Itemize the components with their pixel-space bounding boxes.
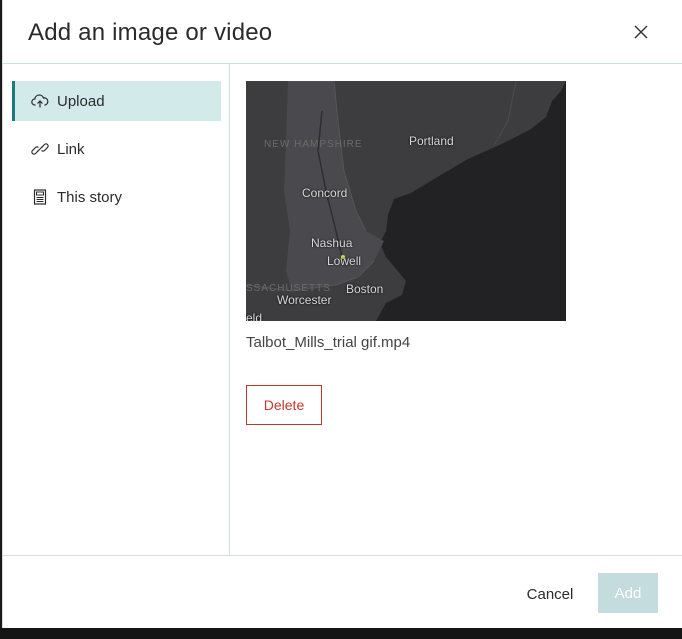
add-button[interactable]: Add <box>598 573 658 613</box>
map-label: eld <box>246 311 263 321</box>
map-label: NEW HAMPSHIRE <box>264 139 363 150</box>
map-label: Worcester <box>277 293 332 307</box>
dialog-header: Add an image or video <box>3 0 682 64</box>
sidebar-item-label: This story <box>57 188 123 206</box>
map-label: Nashua <box>311 236 353 250</box>
sidebar-item-upload[interactable]: Upload <box>12 81 221 121</box>
map-label: Lowell <box>327 254 362 268</box>
close-icon <box>634 25 648 39</box>
media-thumbnail[interactable]: NEW HAMPSHIRE SSACHUSETTS Portland Conco… <box>246 81 566 321</box>
close-button[interactable] <box>629 20 653 44</box>
story-icon <box>31 188 49 206</box>
dialog-title: Add an image or video <box>28 19 273 46</box>
sidebar-item-this-story[interactable]: This story <box>12 177 221 217</box>
sidebar-item-label: Link <box>57 140 85 158</box>
media-panel: NEW HAMPSHIRE SSACHUSETTS Portland Conco… <box>230 64 682 555</box>
sidebar: Upload Link This story <box>3 64 230 555</box>
background-strip <box>0 628 682 639</box>
sidebar-item-link[interactable]: Link <box>12 129 221 169</box>
dialog-footer: Cancel Add <box>3 555 682 628</box>
cancel-button[interactable]: Cancel <box>515 574 585 614</box>
link-icon <box>31 140 49 158</box>
media-filename: Talbot_Mills_trial gif.mp4 <box>246 334 411 351</box>
delete-button[interactable]: Delete <box>246 385 322 425</box>
sidebar-item-label: Upload <box>57 92 105 110</box>
map-label: Boston <box>346 282 384 296</box>
map-label: Portland <box>409 134 454 148</box>
map-label: Concord <box>302 186 348 200</box>
upload-cloud-icon <box>31 92 49 110</box>
add-media-dialog: Add an image or video Upload Link This s… <box>2 0 682 628</box>
